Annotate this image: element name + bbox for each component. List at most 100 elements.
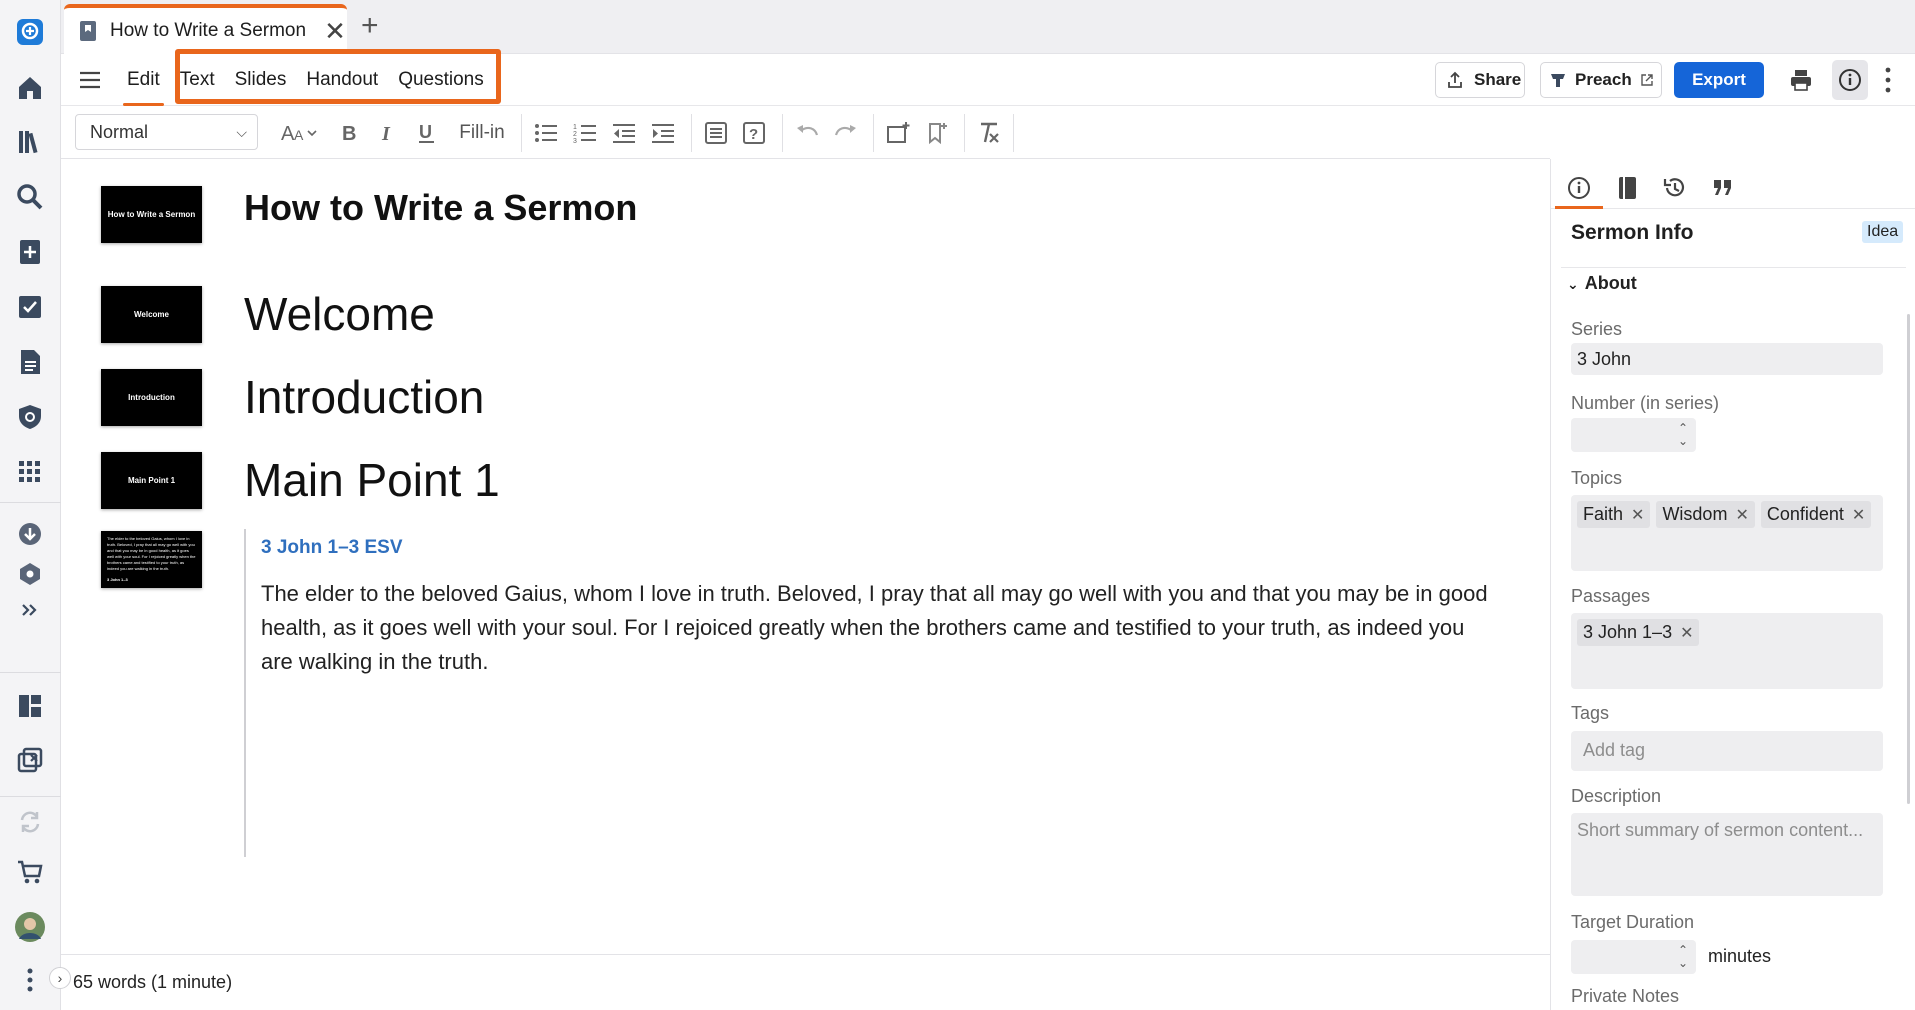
slide-thumbnail-passage[interactable]: The elder to the beloved Gaius, whom I l… <box>101 531 202 588</box>
apps-grid-icon[interactable] <box>0 450 60 494</box>
svg-text:B: B <box>342 123 356 145</box>
passages-field[interactable]: 3 John 1–3 ✕ <box>1571 613 1883 689</box>
svg-text:A: A <box>281 123 295 145</box>
scripture-block[interactable]: 3 John 1–3 ESV The elder to the beloved … <box>244 529 1554 857</box>
rail-divider <box>0 672 61 673</box>
remove-chip-icon[interactable]: ✕ <box>1852 505 1865 525</box>
remove-chip-icon[interactable]: ✕ <box>1680 623 1693 643</box>
number-stepper[interactable]: ⌃ ⌄ <box>1571 418 1696 452</box>
checklist-icon[interactable] <box>0 285 60 329</box>
tab-sermon[interactable]: How to Write a Sermon ✕ <box>64 4 347 54</box>
about-section-label: About <box>1584 273 1637 293</box>
document-icon[interactable] <box>0 340 60 384</box>
undo-button[interactable] <box>793 118 821 148</box>
description-textarea[interactable]: Short summary of sermon content... <box>1571 813 1883 896</box>
bold-button[interactable]: B <box>337 118 363 148</box>
passage-reference-link[interactable]: 3 John 1–3 ESV <box>261 537 403 559</box>
section-heading[interactable]: Welcome <box>244 287 435 341</box>
layout-icon[interactable] <box>0 684 60 728</box>
svg-text:3: 3 <box>573 138 577 145</box>
status-bar: › 65 words (1 minute) <box>49 954 1550 1010</box>
download-icon[interactable] <box>0 512 60 556</box>
tags-input[interactable]: Add tag <box>1571 731 1883 771</box>
home-icon[interactable] <box>0 66 60 110</box>
pane-tab-quotes[interactable] <box>1699 167 1747 209</box>
paragraph-style-select[interactable]: Normal ⌵ <box>75 114 258 150</box>
remove-chip-icon[interactable]: ✕ <box>1631 505 1644 525</box>
pane-tab-notebook[interactable] <box>1603 167 1651 209</box>
new-tab-icon[interactable]: + <box>361 11 379 41</box>
topic-chip: Wisdom ✕ <box>1656 501 1755 528</box>
expand-icon[interactable] <box>0 588 60 632</box>
remove-chip-icon[interactable]: ✕ <box>1735 505 1748 525</box>
pop-out-icon[interactable] <box>0 738 60 782</box>
font-size-button[interactable]: AA <box>281 118 323 148</box>
chevron-down-icon: ⌵ <box>236 124 247 140</box>
tags-placeholder: Add tag <box>1583 740 1646 760</box>
passage-text[interactable]: The elder to the beloved Gaius, whom I l… <box>261 577 1491 679</box>
fill-in-button[interactable]: Fill-in <box>456 118 508 148</box>
cart-icon[interactable] <box>0 850 60 894</box>
bookmark-button[interactable] <box>923 118 951 148</box>
search-icon[interactable] <box>0 175 60 219</box>
stepper-arrows-icon[interactable]: ⌃ ⌄ <box>1678 422 1688 448</box>
mode-tab-edit[interactable]: Edit <box>117 54 170 106</box>
add-document-icon[interactable] <box>0 230 60 274</box>
about-section-toggle[interactable]: ⌄ About <box>1567 273 1637 294</box>
indent-button[interactable] <box>649 118 677 148</box>
close-tab-icon[interactable]: ✕ <box>324 18 346 44</box>
text-block-icon <box>705 122 727 144</box>
info-toggle-button[interactable] <box>1832 60 1868 100</box>
app-logo-icon[interactable] <box>0 10 60 54</box>
topics-field[interactable]: Faith ✕ Wisdom ✕ Confident ✕ <box>1571 495 1883 571</box>
sync-icon[interactable] <box>0 800 60 844</box>
insert-block-button[interactable] <box>702 118 730 148</box>
series-field[interactable]: 3 John <box>1571 343 1883 375</box>
add-slide-button[interactable] <box>884 118 912 148</box>
avatar[interactable] <box>0 905 60 949</box>
left-rail <box>0 0 61 1010</box>
library-icon[interactable] <box>0 120 60 164</box>
italic-button[interactable]: I <box>375 118 401 148</box>
numbered-list-button[interactable]: 123 <box>571 118 599 148</box>
insert-question-button[interactable]: ? <box>740 118 768 148</box>
expand-rail-icon[interactable]: › <box>49 967 71 989</box>
pane-title: Sermon Info <box>1571 221 1694 244</box>
print-icon[interactable] <box>1789 68 1813 92</box>
shield-icon[interactable] <box>0 395 60 439</box>
toolbar-divider <box>691 114 692 152</box>
slide-thumbnail[interactable]: Introduction <box>101 369 202 426</box>
menu-icon[interactable] <box>77 67 103 93</box>
slide-thumbnail[interactable]: Welcome <box>101 286 202 343</box>
toolbar-divider <box>873 114 874 152</box>
passage-chip: 3 John 1–3 ✕ <box>1577 619 1700 646</box>
underline-icon: U <box>419 122 434 143</box>
description-label: Description <box>1571 786 1662 806</box>
clear-formatting-button[interactable] <box>975 118 1003 148</box>
pane-tab-history[interactable] <box>1651 167 1699 209</box>
slide-thumbnail[interactable]: Main Point 1 <box>101 452 202 509</box>
pane-scrollbar[interactable] <box>1907 314 1910 804</box>
export-button[interactable]: Export <box>1674 62 1764 98</box>
more-options-icon[interactable] <box>1883 66 1893 94</box>
status-badge: Idea <box>1862 221 1904 243</box>
underline-button[interactable]: U <box>414 118 440 148</box>
slide-thumbnail[interactable]: How to Write a Sermon <box>101 186 202 243</box>
sermon-title[interactable]: How to Write a Sermon <box>244 187 637 229</box>
bookmark-add-icon <box>929 123 947 145</box>
redo-button[interactable] <box>832 118 860 148</box>
document-editor[interactable]: How to Write a Sermon How to Write a Ser… <box>61 159 1550 954</box>
tags-label: Tags <box>1571 703 1610 723</box>
passage-chip-label: 3 John 1–3 <box>1583 622 1673 642</box>
pane-tab-info[interactable] <box>1555 167 1603 209</box>
toolbar-divider <box>964 114 965 152</box>
outdent-button[interactable] <box>610 118 638 148</box>
section-heading[interactable]: Introduction <box>244 370 484 424</box>
share-button[interactable]: Share <box>1435 62 1525 98</box>
bullet-list-button[interactable] <box>532 118 560 148</box>
duration-stepper[interactable]: ⌃ ⌄ <box>1571 940 1696 974</box>
preach-button[interactable]: Preach <box>1540 62 1662 98</box>
stepper-arrows-icon[interactable]: ⌃ ⌄ <box>1678 944 1688 970</box>
duration-unit: minutes <box>1708 946 1772 966</box>
section-heading[interactable]: Main Point 1 <box>244 453 500 507</box>
